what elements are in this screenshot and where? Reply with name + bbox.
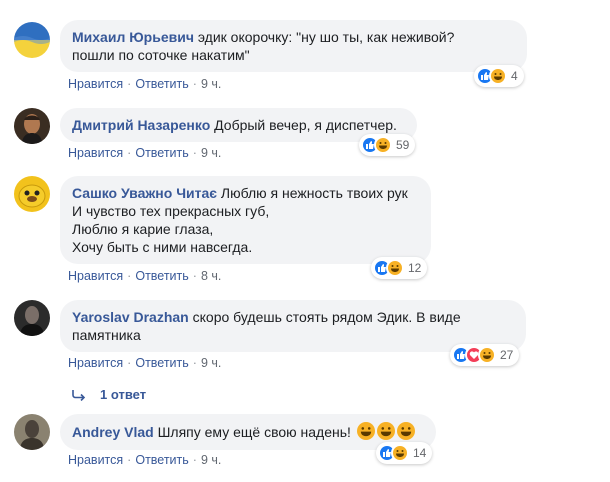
- haha-icon: [374, 136, 392, 154]
- comment-actions: Нравится · Ответить · 8 ч.: [68, 269, 222, 283]
- comment-text-line: Шляпу ему ещё свою наденьǃ: [157, 424, 351, 440]
- comment-author[interactable]: Andrey Vlad: [72, 424, 154, 440]
- reactions-count: 12: [408, 261, 422, 275]
- comment-bubble: Сашко Уважно Читає Люблю я нежность твои…: [60, 176, 431, 264]
- comment-text-line: Добрый вечер, я диспетчер.: [214, 117, 397, 133]
- avatar[interactable]: [14, 22, 50, 58]
- comment-time[interactable]: 9 ч.: [201, 146, 221, 160]
- reactions-badge[interactable]: 14: [376, 442, 433, 464]
- person-photo-icon: [14, 414, 50, 450]
- comment-actions: Нравится · Ответить · 9 ч.: [68, 356, 222, 370]
- comment-time[interactable]: 8 ч.: [201, 269, 221, 283]
- haha-icon: [478, 346, 496, 364]
- like-button[interactable]: Нравится: [68, 269, 123, 283]
- haha-icon: [391, 444, 409, 462]
- reactions-count: 4: [511, 69, 518, 83]
- reply-button[interactable]: Ответить: [135, 146, 188, 160]
- comment-author[interactable]: Дмитрий Назаренко: [72, 117, 210, 133]
- like-button[interactable]: Нравится: [68, 77, 123, 91]
- laughing-emoji-icon: [376, 422, 395, 440]
- haha-icon: [489, 67, 507, 85]
- comment-time[interactable]: 9 ч.: [201, 77, 221, 91]
- comment-time[interactable]: 9 ч.: [201, 453, 221, 467]
- like-button[interactable]: Нравится: [68, 146, 123, 160]
- avatar[interactable]: [14, 414, 50, 450]
- comment-author[interactable]: Михаил Юрьевич: [72, 29, 194, 45]
- view-replies-link[interactable]: 1 ответ: [72, 387, 146, 402]
- cartoon-dog-icon: [14, 176, 50, 212]
- reactions-badge[interactable]: 59: [359, 134, 416, 156]
- reactions-count: 14: [413, 446, 427, 460]
- comment-text-line: скоро будешь стоять рядом Эдик. В виде: [192, 309, 461, 325]
- like-button[interactable]: Нравится: [68, 356, 123, 370]
- comment-actions: Нравится · Ответить · 9 ч.: [68, 453, 222, 467]
- reply-button[interactable]: Ответить: [135, 269, 188, 283]
- laughing-emoji-icon: [356, 422, 375, 440]
- ukraine-flag-icon: [14, 22, 50, 58]
- comment-text-line: И чувство тех прекрасных губ,: [72, 203, 270, 219]
- avatar[interactable]: [14, 300, 50, 336]
- laughing-emoji-icon: [396, 422, 415, 440]
- like-button[interactable]: Нравится: [68, 453, 123, 467]
- comment-text-line: Люблю я карие глаза,: [72, 221, 214, 237]
- comment-author[interactable]: Сашко Уважно Читає: [72, 185, 217, 201]
- comment-text-line: эдик окорочку: "ну шо ты, как неживой?: [197, 29, 455, 45]
- replies-count-label[interactable]: 1 ответ: [100, 387, 146, 402]
- avatar[interactable]: [14, 108, 50, 144]
- reactions-count: 27: [500, 348, 514, 362]
- comment-text-line: Люблю я нежность твоих рук: [220, 185, 408, 201]
- comment-text-line: пошли по соточке накатим": [72, 47, 250, 63]
- comment-text-line: памятника: [72, 327, 141, 343]
- reactions-badge[interactable]: 27: [450, 344, 520, 366]
- reply-arrow-icon: [72, 389, 86, 401]
- reply-button[interactable]: Ответить: [135, 453, 188, 467]
- reply-button[interactable]: Ответить: [135, 77, 188, 91]
- person-photo-icon: [14, 108, 50, 144]
- reactions-count: 59: [396, 138, 410, 152]
- reactions-badge[interactable]: 4: [474, 65, 524, 87]
- comment-time[interactable]: 9 ч.: [201, 356, 221, 370]
- comment-author[interactable]: Yaroslav Drazhan: [72, 309, 189, 325]
- comment-text-line: Хочу быть с ними навсегда.: [72, 239, 253, 255]
- comment-bubble: Михаил Юрьевич эдик окорочку: "ну шо ты,…: [60, 20, 527, 72]
- haha-icon: [386, 259, 404, 277]
- person-photo-icon: [14, 300, 50, 336]
- avatar[interactable]: [14, 176, 50, 212]
- reactions-badge[interactable]: 12: [371, 257, 428, 279]
- reply-button[interactable]: Ответить: [135, 356, 188, 370]
- comment-actions: Нравится · Ответить · 9 ч.: [68, 77, 222, 91]
- comment-actions: Нравится · Ответить · 9 ч.: [68, 146, 222, 160]
